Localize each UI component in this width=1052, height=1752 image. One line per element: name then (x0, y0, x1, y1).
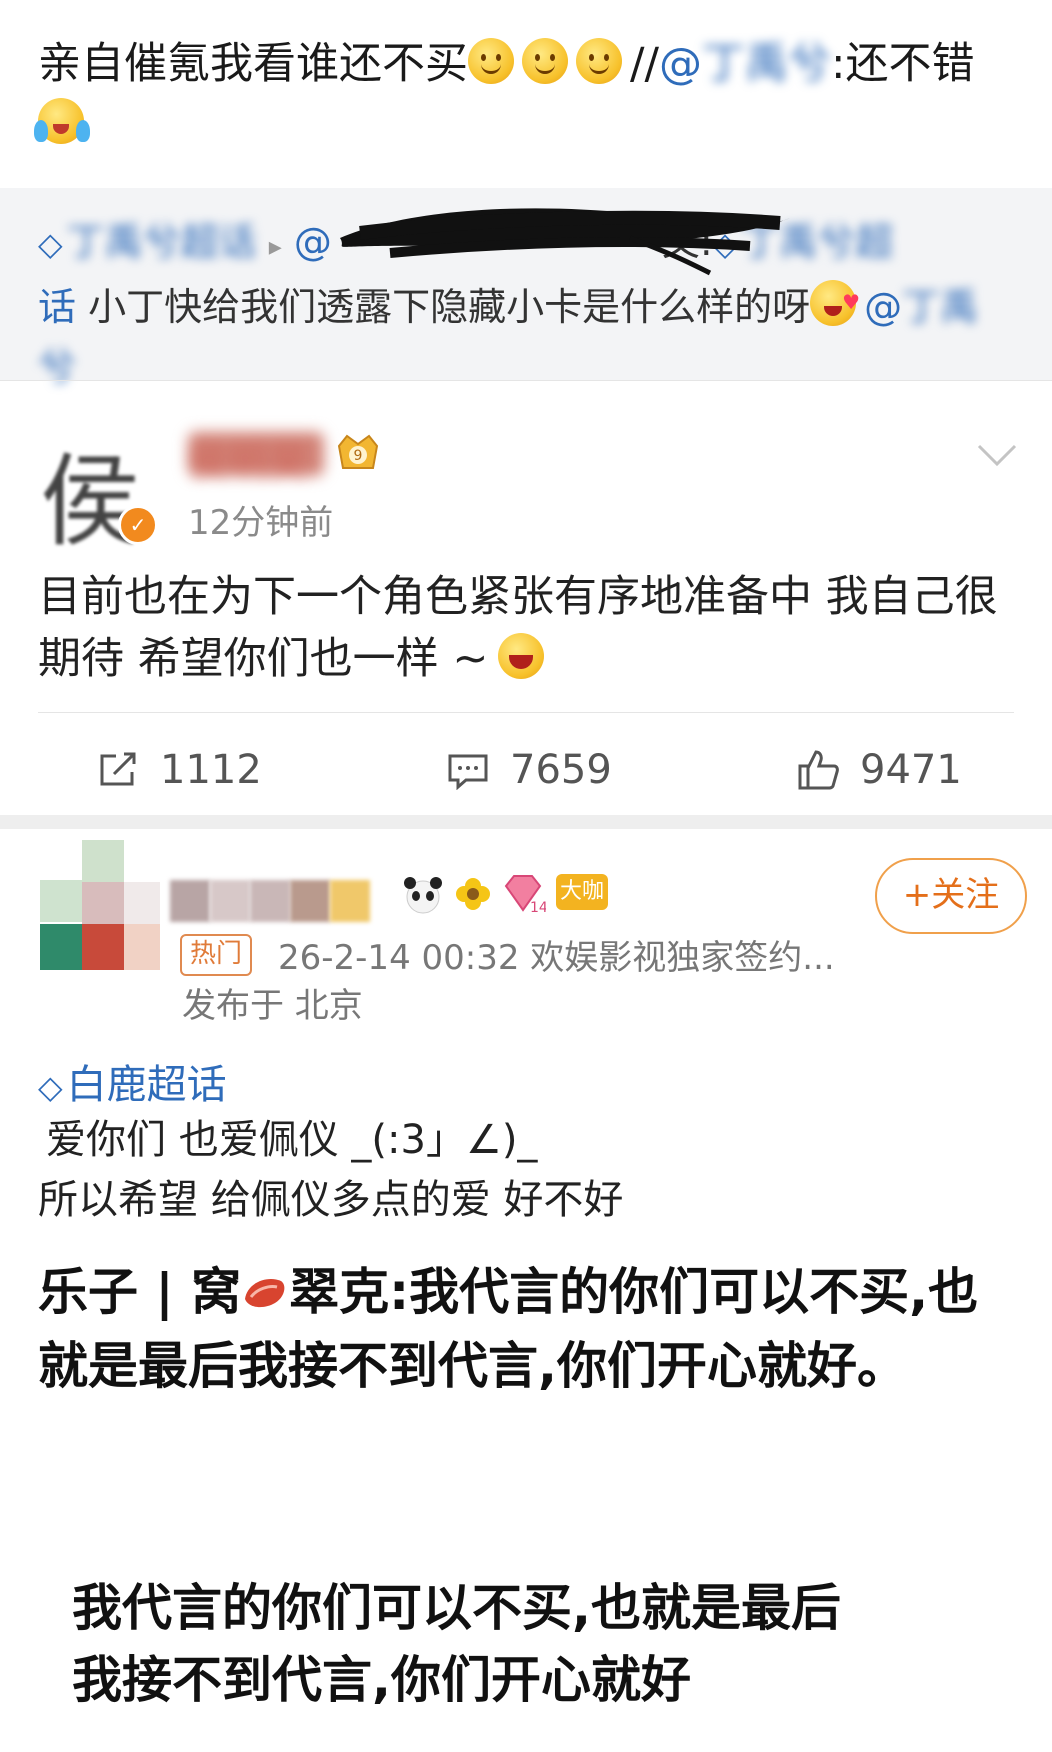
panda-icon (404, 877, 442, 914)
meat-icon (245, 1279, 285, 1308)
top-post-content: 亲自催氪我看谁还不买 (38, 39, 468, 89)
post-line-1: 爱你们 也爱佩仪 _(:3」∠)_ (46, 1117, 538, 1163)
cry-emoji-icon (34, 98, 84, 144)
avatar[interactable] (40, 840, 160, 970)
action-bar: 1112 7659 9471 (0, 730, 1052, 810)
post-line-2: 所以希望 给佩仪多点的爱 好不好 (38, 1177, 624, 1223)
diamond-icon: ◇ (38, 225, 63, 263)
quote-caption: 乐子 | 窝 翠克:我代言的你们可以不买,也就是最后我接不到代言,你们开心就好。 (38, 1255, 1018, 1403)
user-name[interactable]: 侯明昊 (188, 430, 308, 488)
follow-button[interactable]: +关注 (875, 858, 1027, 934)
top-post-tail: :还不错 (830, 39, 975, 89)
smile-emoji-icon (576, 38, 622, 84)
supertopic-link[interactable]: 丁禹兮超话 (67, 220, 257, 264)
supertopic-label: 白鹿超话 (66, 1062, 227, 1108)
repost-message: 小丁快给我们透露下隐藏小卡是什么样的呀 (88, 285, 811, 329)
comment-count: 7659 (510, 747, 612, 793)
laugh-emoji-icon (498, 633, 545, 679)
like-icon (798, 750, 839, 790)
user-name-redacted[interactable] (170, 880, 380, 922)
post-location: 发布于 北京 (182, 986, 363, 1026)
chevron-down-icon[interactable] (975, 440, 1019, 470)
redaction-scribble (340, 208, 790, 276)
flower-icon (456, 878, 490, 910)
supertopic-link[interactable]: ◇ 白鹿超话 (38, 1052, 227, 1110)
repost-mention-at[interactable]: @ (294, 220, 332, 264)
supertopic2-link-tail[interactable]: 话 (38, 285, 76, 329)
like-count: 9471 (860, 747, 962, 793)
divider (38, 712, 1014, 713)
quote-prefix: 乐子 | 窝 (38, 1263, 242, 1321)
top-post-text: 亲自催氪我看谁还不买 //@丁禹兮:还不错 (34, 34, 1018, 154)
vip-badge: 大咖 (556, 874, 608, 910)
post-meta: 26-2-14 00:32 欢娱影视独家签约... (278, 938, 835, 978)
verified-icon: ✓ (118, 505, 158, 545)
post-gap (0, 815, 1052, 829)
mention-user-link[interactable]: 丁禹兮 (702, 39, 831, 89)
post-body: 目前也在为下一个角色紧张有序地准备中 我自己很期待 希望你们也一样 ~ (38, 566, 1018, 690)
repost-separator: // (630, 39, 659, 89)
repost-button[interactable]: 1112 (96, 730, 262, 810)
repost-icon (100, 752, 136, 786)
quote-image-line-2: 我接不到代言,你们开心就好 (72, 1651, 691, 1709)
like-button[interactable]: 9471 (796, 730, 962, 810)
crown-icon: 9 (337, 434, 379, 469)
quote-image-line-1: 我代言的你们可以不买,也就是最后 (72, 1579, 841, 1637)
crown-level: 9 (354, 448, 363, 464)
repost-tail-mention-at[interactable]: @ (864, 285, 902, 329)
quote-image-text: 我代言的你们可以不买,也就是最后 我接不到代言,你们开心就好 (72, 1572, 1012, 1716)
play-icon: ▸ (268, 232, 282, 262)
divider (0, 380, 1052, 381)
love-emoji-icon (810, 272, 860, 332)
mention-at[interactable]: @ (659, 39, 702, 89)
repost-count: 1112 (160, 747, 262, 793)
comment-icon (448, 754, 488, 790)
badge-level: 14 (530, 900, 546, 916)
smile-emoji-icon (522, 38, 568, 84)
gem-icon: 14 (504, 875, 546, 916)
comment-button[interactable]: 7659 (446, 730, 612, 810)
smile-emoji-icon (468, 38, 514, 84)
hot-badge: 热门 (180, 934, 253, 976)
diamond-icon: ◇ (38, 1068, 63, 1106)
post-time: 12分钟前 (188, 503, 334, 543)
post-body: 爱你们 也爱佩仪 _(:3」∠)_ 所以希望 给佩仪多点的爱 好不好 (38, 1110, 1018, 1230)
